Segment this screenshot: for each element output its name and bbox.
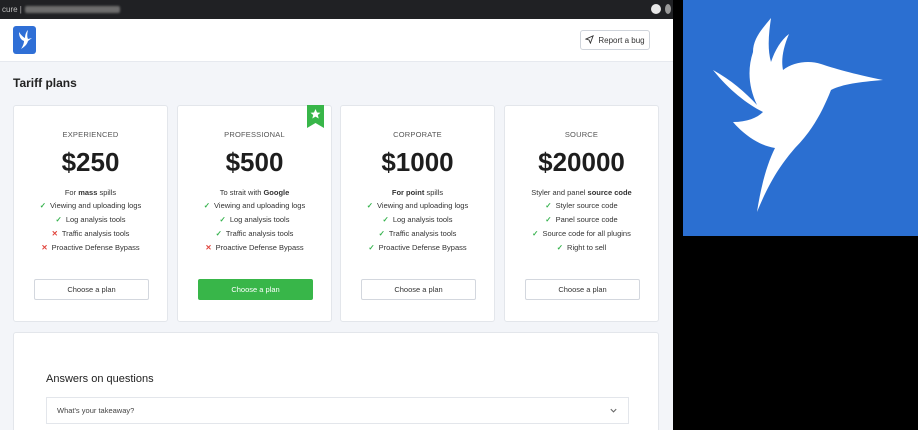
plan-feature-label: Proactive Defense Bypass: [51, 243, 140, 252]
faq-question: What's your takeaway?: [57, 406, 135, 415]
plan-description-bold: For point: [391, 188, 425, 197]
plan-card-corporate: CORPORATE $1000 For point spills ✓ Viewing a…: [340, 105, 495, 322]
plan-description-pre: To strait with: [219, 188, 264, 197]
plan-feature-label: Traffic analysis tools: [61, 229, 130, 238]
plan-feature: ✕ Proactive Defense Bypass: [178, 243, 331, 253]
plan-feature: ✓ Log analysis tools: [341, 215, 494, 225]
plan-description: To strait with Google: [178, 188, 331, 197]
featured-star-icon: [307, 105, 324, 128]
plan-feature: ✓ Log analysis tools: [14, 215, 167, 225]
page-title: Tariff plans: [13, 76, 77, 90]
plan-feature: ✓ Source code for all plugins: [505, 229, 658, 239]
plan-feature: ✓ Right to sell: [505, 243, 658, 253]
plan-price: $250: [61, 147, 120, 177]
browser-bar: cure |: [0, 0, 673, 19]
check-icon: ✓: [382, 215, 389, 224]
plan-feature: ✓ Viewing and uploading logs: [14, 201, 167, 211]
plan-name: SOURCE: [564, 130, 599, 139]
faq-item[interactable]: What's your takeaway?: [46, 397, 629, 424]
plan-feature-label: Log analysis tools: [392, 215, 453, 224]
check-icon: ✓: [545, 201, 552, 210]
plan-feature-label: Log analysis tools: [65, 215, 126, 224]
plan-price: $1000: [381, 147, 454, 177]
check-icon: ✓: [378, 229, 385, 238]
check-icon: ✓: [368, 243, 375, 252]
check-icon: ✓: [55, 215, 62, 224]
cross-icon: ✕: [205, 243, 212, 252]
plan-feature: ✓ Proactive Defense Bypass: [341, 243, 494, 253]
plan-feature: ✓ Viewing and uploading logs: [341, 201, 494, 211]
plan-feature-label: Viewing and uploading logs: [50, 201, 142, 210]
plan-card-professional: PROFESSIONAL $500 To strait with Google ✓ Vi…: [177, 105, 332, 322]
plan-feature: ✓ Styler source code: [505, 201, 658, 211]
check-icon: ✓: [545, 215, 552, 224]
check-icon: ✓: [556, 243, 564, 252]
plan-feature: ✓ Traffic analysis tools: [178, 229, 331, 239]
check-icon: ✓: [39, 201, 47, 210]
plan-feature-label: Traffic analysis tools: [225, 229, 294, 238]
choose-plan-button[interactable]: Choose a plan: [361, 279, 476, 300]
plan-price: $500: [225, 147, 284, 177]
plan-name: EXPERIENCED: [62, 130, 119, 139]
plan-feature-label: Panel source code: [555, 215, 618, 224]
plan-feature-label: Traffic analysis tools: [388, 229, 457, 238]
plan-feature: ✓ Log analysis tools: [178, 215, 331, 225]
plan-feature: ✓ Traffic analysis tools: [341, 229, 494, 239]
check-icon: ✓: [366, 201, 374, 210]
plan-description-post: spills: [424, 188, 444, 197]
choose-plan-button[interactable]: Choose a plan: [198, 279, 313, 300]
blurred-url: [24, 6, 120, 13]
plan-description-bold: Google: [263, 188, 290, 197]
plan-feature-label: Proactive Defense Bypass: [215, 243, 304, 252]
plan-description: For point spills: [341, 188, 494, 197]
app-window: Report a bug Tariff plans EXPERIENCED $25…: [0, 19, 673, 430]
plan-description-post: spills: [97, 188, 117, 197]
plan-description-bold: source code: [587, 188, 632, 197]
faq-section: Answers on questions What's your takeawa…: [13, 332, 659, 430]
plan-description-pre: Styler and panel: [531, 188, 588, 197]
plan-feature-label: Viewing and uploading logs: [214, 201, 306, 210]
report-bug-label: Report a bug: [598, 35, 645, 45]
top-header: Report a bug: [0, 19, 673, 62]
plan-description: For mass spills: [14, 188, 167, 197]
address-bar-text[interactable]: cure |: [2, 5, 22, 14]
send-icon: [584, 34, 595, 46]
plan-price: $20000: [538, 147, 625, 177]
bird-logo-preview: [683, 0, 918, 236]
choose-plan-button[interactable]: Choose a plan: [525, 279, 640, 300]
plan-card-source: SOURCE $20000 Styler and panel source code…: [504, 105, 659, 322]
chevron-down-icon: [609, 406, 618, 417]
plan-feature-label: Viewing and uploading logs: [377, 201, 469, 210]
chrome-icon[interactable]: [651, 4, 661, 14]
check-icon: ✓: [215, 229, 222, 238]
plan-name: CORPORATE: [393, 130, 442, 139]
plan-feature-label: Styler source code: [555, 201, 618, 210]
plan-feature-label: Proactive Defense Bypass: [378, 243, 467, 252]
faq-title: Answers on questions: [46, 373, 154, 385]
cross-icon: ✕: [51, 229, 58, 238]
plan-feature: ✕ Proactive Defense Bypass: [14, 243, 167, 253]
plan-feature: ✓ Viewing and uploading logs: [178, 201, 331, 211]
plan-feature: ✓ Panel source code: [505, 215, 658, 225]
plan-feature-label: Right to sell: [567, 243, 607, 252]
choose-plan-button[interactable]: Choose a plan: [34, 279, 149, 300]
plan-description-bold: mass: [78, 188, 98, 197]
report-bug-button[interactable]: Report a bug: [580, 30, 650, 50]
plan-feature-label: Log analysis tools: [229, 215, 290, 224]
plan-feature: ✕ Traffic analysis tools: [14, 229, 167, 239]
extension-icon[interactable]: [665, 4, 671, 14]
bird-logo-icon[interactable]: [13, 26, 36, 54]
plan-description-pre: For: [64, 188, 79, 197]
hummingbird-logo-icon: [713, 18, 883, 212]
plan-feature-label: Source code for all plugins: [542, 229, 631, 238]
plan-name: PROFESSIONAL: [224, 130, 285, 139]
cross-icon: ✕: [41, 243, 48, 252]
check-icon: ✓: [532, 229, 539, 238]
check-icon: ✓: [219, 215, 226, 224]
plan-card-experienced: EXPERIENCED $250 For mass spills ✓ Viewing a…: [13, 105, 168, 322]
check-icon: ✓: [203, 201, 211, 210]
plan-description: Styler and panel source code: [505, 188, 658, 197]
